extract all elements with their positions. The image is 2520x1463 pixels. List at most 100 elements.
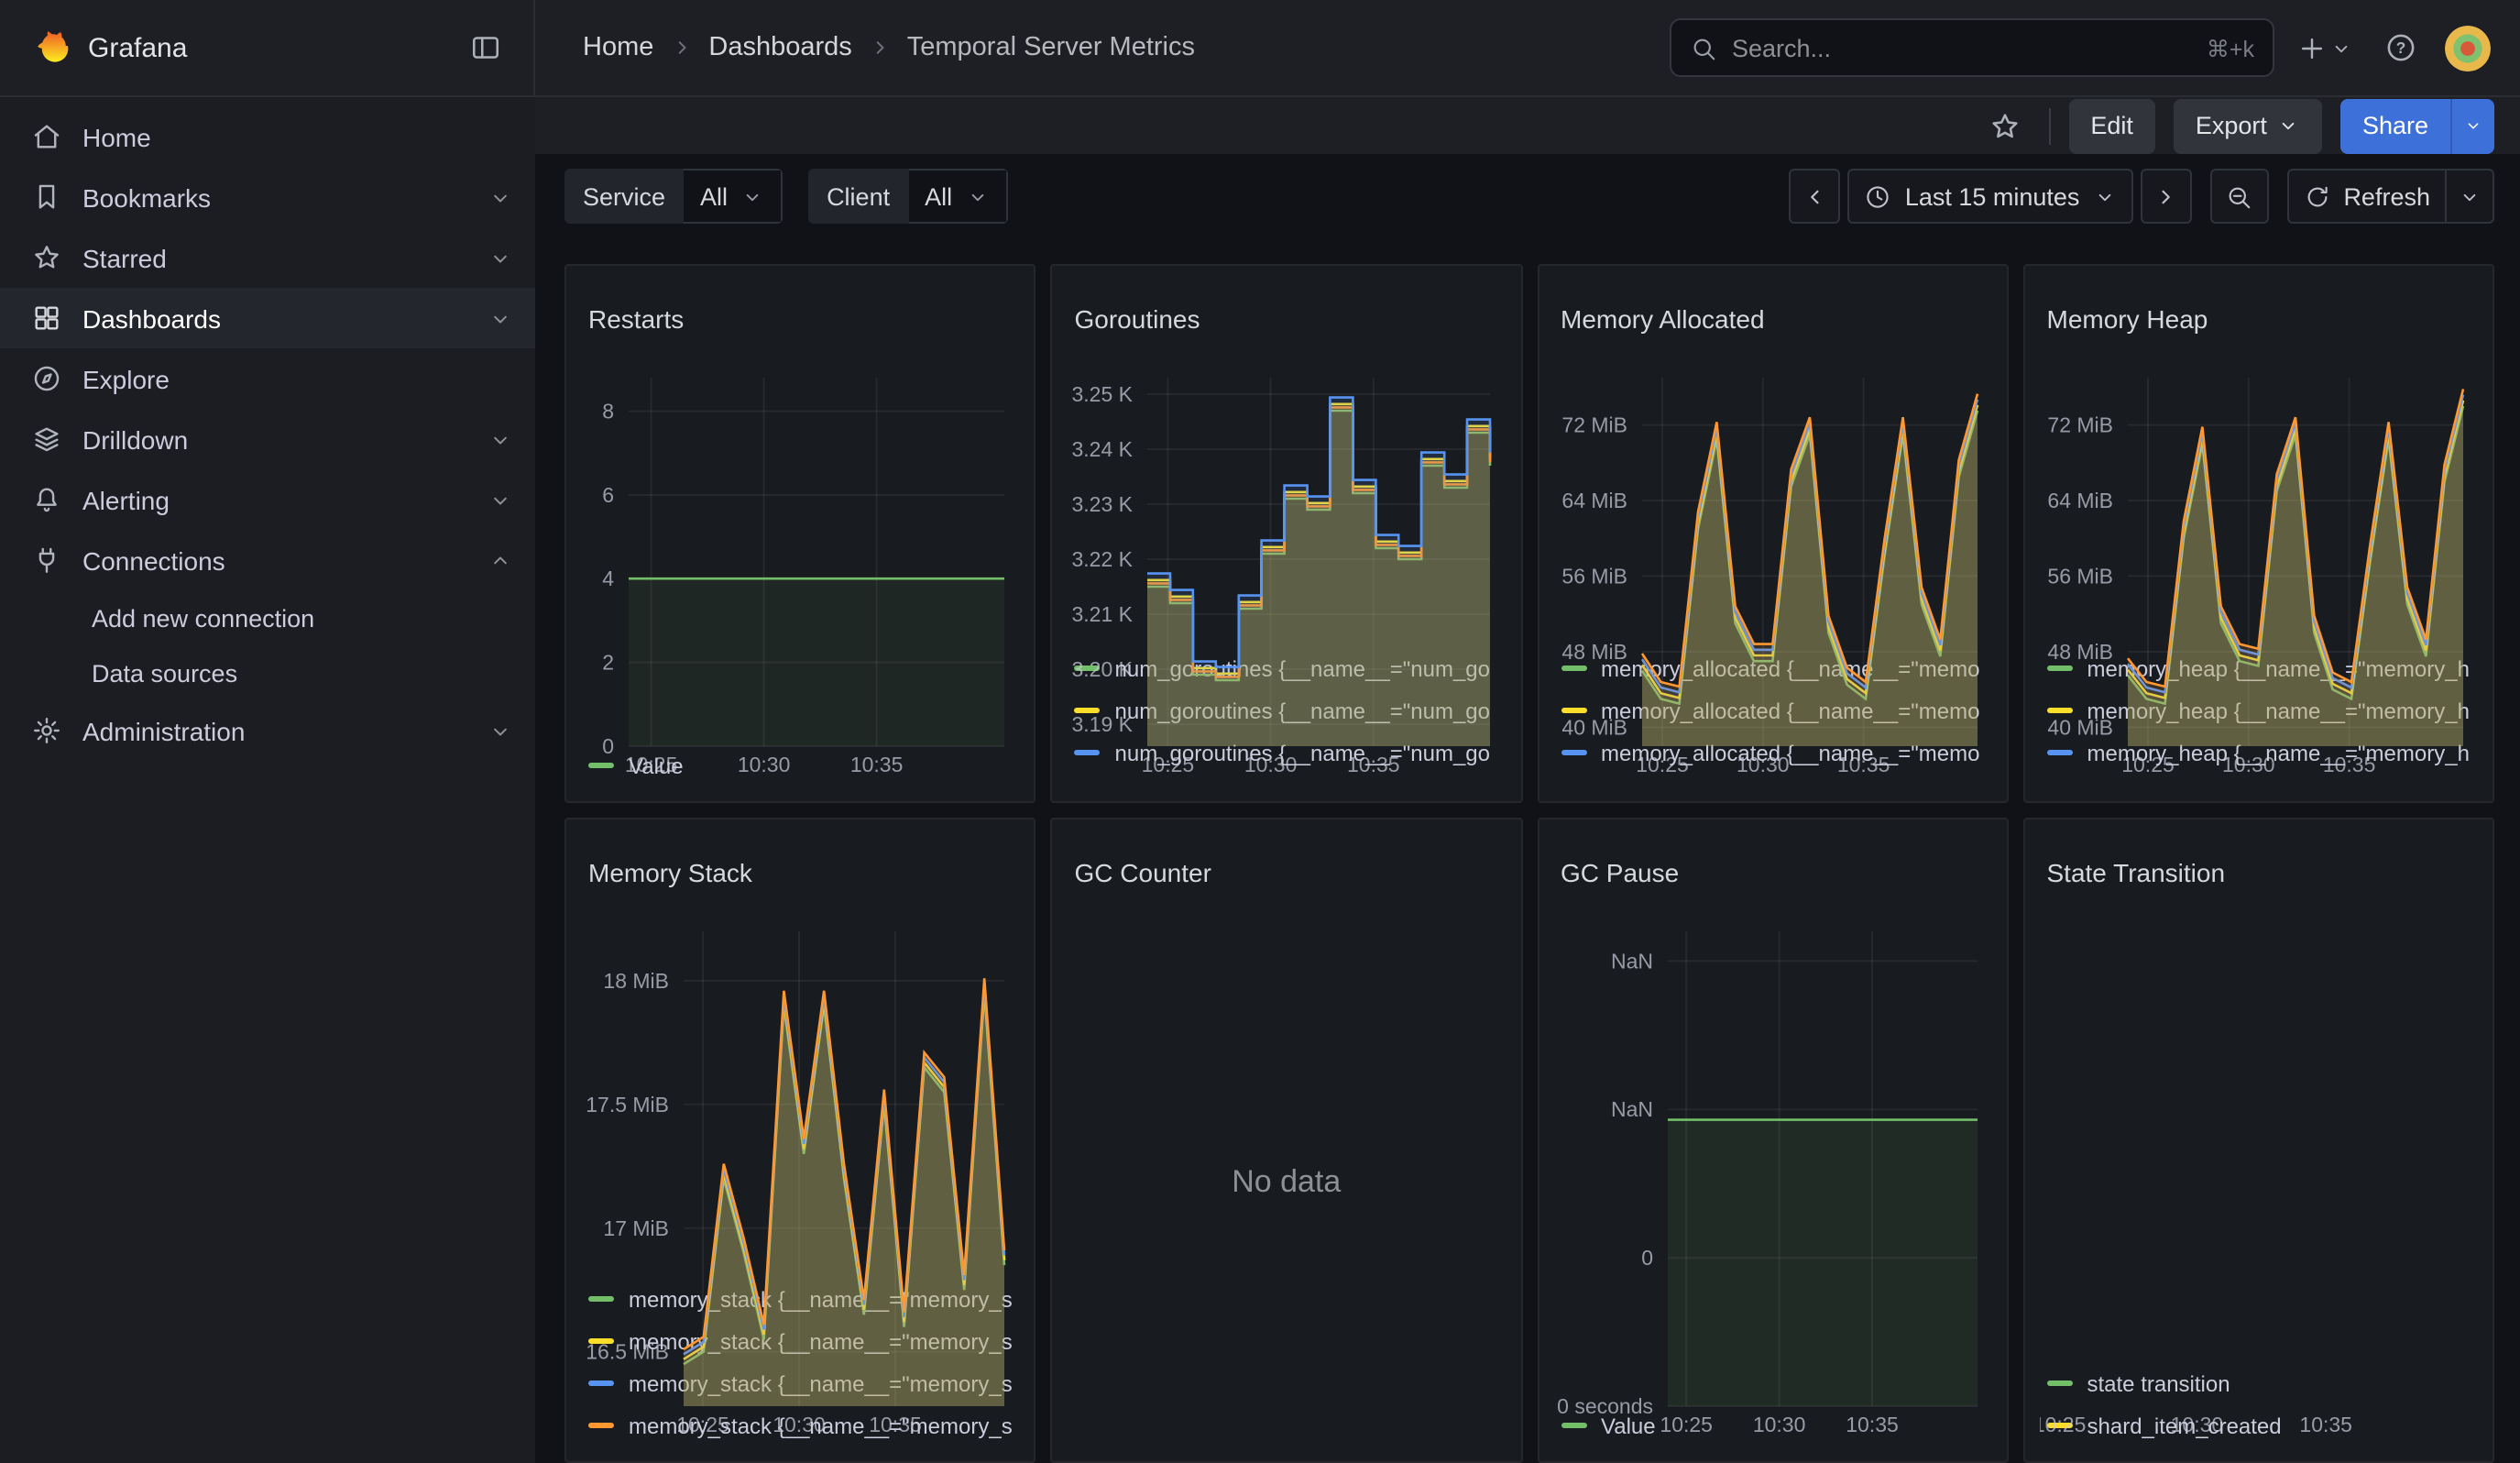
service-filter: Service All xyxy=(564,169,783,224)
legend-series-label: num_goroutines {__name__="num_go xyxy=(1115,782,1491,786)
chevron-up-icon[interactable] xyxy=(488,547,513,573)
chevron-down-icon[interactable] xyxy=(488,426,513,452)
sidebar-item-starred[interactable]: Starred xyxy=(0,227,535,288)
svg-text:10:30: 10:30 xyxy=(1736,753,1789,776)
breadcrumb-dashboards[interactable]: Dashboards xyxy=(708,33,851,62)
panel-restarts: Restarts 0246810:2510:3010:35 Value xyxy=(564,264,1036,803)
sidebar-item-add-new-connection[interactable]: Add new connection xyxy=(0,590,535,645)
panel-title[interactable]: Memory Heap xyxy=(2040,302,2479,342)
svg-text:16.5 MiB: 16.5 MiB xyxy=(586,1340,669,1364)
help-button[interactable]: ? xyxy=(2375,22,2427,73)
search-icon xyxy=(1690,34,1717,61)
sidebar-item-data-sources[interactable]: Data sources xyxy=(0,645,535,700)
sidebar-item-label: Connections xyxy=(82,545,467,575)
legend-series-label: memory_heap {__name__="memory_h xyxy=(2087,782,2470,786)
panel-title[interactable]: Memory Allocated xyxy=(1553,302,1992,342)
share-button[interactable]: Share xyxy=(2340,98,2450,153)
star-icon xyxy=(31,242,62,273)
no-data-message: No data xyxy=(1068,917,1507,1446)
panel-title[interactable]: GC Pause xyxy=(1553,855,1992,896)
top-navigation: Grafana Home Dashboards Temporal Server … xyxy=(0,0,2520,97)
sidebar-item-label: Administration xyxy=(82,716,467,745)
svg-text:64 MiB: 64 MiB xyxy=(1561,489,1627,512)
chevron-down-icon[interactable] xyxy=(488,305,513,331)
sidebar-subitem-label: Data sources xyxy=(92,659,535,687)
chevron-down-icon[interactable] xyxy=(488,184,513,210)
breadcrumb: Home Dashboards Temporal Server Metrics xyxy=(583,33,1195,62)
chevron-down-icon xyxy=(2092,184,2116,208)
time-shift-forward-button[interactable] xyxy=(2140,169,2191,224)
svg-text:3.23 K: 3.23 K xyxy=(1072,492,1134,516)
panel-title[interactable]: Memory Stack xyxy=(581,855,1020,896)
panel-title[interactable]: GC Counter xyxy=(1068,855,1507,896)
panel-memory-heap: Memory Heap 40 MiB48 MiB56 MiB64 MiB72 M… xyxy=(2023,264,2495,803)
sidebar-toggle-button[interactable] xyxy=(460,22,511,73)
svg-text:10:30: 10:30 xyxy=(2222,753,2275,776)
grafana-logo[interactable] xyxy=(29,28,70,68)
service-filter-value[interactable]: All xyxy=(684,169,783,224)
panel-left-icon xyxy=(469,31,502,64)
favorite-button[interactable] xyxy=(1978,100,2030,151)
svg-text:10:35: 10:35 xyxy=(850,753,904,776)
svg-text:3.22 K: 3.22 K xyxy=(1072,547,1134,571)
breadcrumb-home[interactable]: Home xyxy=(583,33,653,62)
time-shift-back-button[interactable] xyxy=(1790,169,1841,224)
zoom-out-button[interactable] xyxy=(2209,169,2268,224)
grafana-app: Grafana Home Dashboards Temporal Server … xyxy=(0,0,2520,1463)
panel-title[interactable]: Restarts xyxy=(581,302,1020,342)
nav-actions: Search... ⌘+k ? xyxy=(1670,18,2520,77)
svg-text:3.20 K: 3.20 K xyxy=(1072,657,1134,681)
svg-text:18 MiB: 18 MiB xyxy=(603,969,669,993)
sidebar-item-connections[interactable]: Connections xyxy=(0,530,535,590)
svg-text:56 MiB: 56 MiB xyxy=(2047,565,2113,588)
chevron-down-icon xyxy=(965,184,989,208)
svg-text:40 MiB: 40 MiB xyxy=(2047,716,2113,740)
svg-text:64 MiB: 64 MiB xyxy=(2047,489,2113,512)
user-avatar[interactable] xyxy=(2445,25,2491,71)
refresh-interval-button[interactable] xyxy=(2447,169,2494,224)
refresh-label: Refresh xyxy=(2343,182,2430,210)
share-menu-button[interactable] xyxy=(2450,98,2494,153)
refresh-button[interactable]: Refresh xyxy=(2286,169,2447,224)
edit-button[interactable]: Edit xyxy=(2068,98,2155,153)
sidebar-item-home[interactable]: Home xyxy=(0,106,535,167)
svg-text:10:35: 10:35 xyxy=(1836,753,1890,776)
sidebar-item-label: Drilldown xyxy=(82,424,467,454)
clock-icon xyxy=(1865,182,1892,210)
add-new-button[interactable] xyxy=(2293,28,2357,67)
avatar-image xyxy=(2445,25,2491,71)
sidebar-item-explore[interactable]: Explore xyxy=(0,348,535,409)
chevron-down-icon[interactable] xyxy=(488,718,513,743)
svg-text:NaN: NaN xyxy=(1610,1098,1652,1122)
sidebar-item-alerting[interactable]: Alerting xyxy=(0,469,535,530)
svg-text:17 MiB: 17 MiB xyxy=(603,1216,669,1240)
dashboard-main: Edit Export Share Service All xyxy=(535,97,2520,1463)
sidebar-item-bookmarks[interactable]: Bookmarks xyxy=(0,167,535,227)
client-filter-value[interactable]: All xyxy=(908,169,1007,224)
sidebar-item-dashboards[interactable]: Dashboards xyxy=(0,288,535,348)
panel-goroutines: Goroutines 3.19 K3.20 K3.21 K3.22 K3.23 … xyxy=(1051,264,1523,803)
dashboard-toolbar: Edit Export Share xyxy=(535,97,2520,154)
sidebar-item-administration[interactable]: Administration xyxy=(0,700,535,761)
panel-title[interactable]: State Transition xyxy=(2040,855,2479,896)
chevron-down-icon[interactable] xyxy=(488,487,513,512)
dashboards-grid-icon xyxy=(31,302,62,334)
chevron-right-icon xyxy=(2152,182,2179,210)
export-button[interactable]: Export xyxy=(2174,98,2322,153)
time-range-picker[interactable]: Last 15 minutes xyxy=(1848,169,2133,224)
chevron-down-icon xyxy=(2458,184,2482,208)
svg-text:10:25: 10:25 xyxy=(625,753,678,776)
client-filter: Client All xyxy=(808,169,1007,224)
bookmark-icon xyxy=(31,182,62,213)
svg-text:0: 0 xyxy=(602,734,614,758)
svg-text:10:25: 10:25 xyxy=(1142,753,1195,776)
sidebar-item-drilldown[interactable]: Drilldown xyxy=(0,409,535,469)
chevron-down-icon[interactable] xyxy=(488,245,513,270)
svg-text:8: 8 xyxy=(602,400,614,424)
search-input[interactable]: Search... ⌘+k xyxy=(1670,18,2274,77)
plug-icon xyxy=(31,544,62,576)
chevron-right-icon xyxy=(668,35,694,60)
svg-text:NaN: NaN xyxy=(1610,950,1652,974)
brand-title: Grafana xyxy=(88,32,460,63)
panel-title[interactable]: Goroutines xyxy=(1068,302,1507,342)
